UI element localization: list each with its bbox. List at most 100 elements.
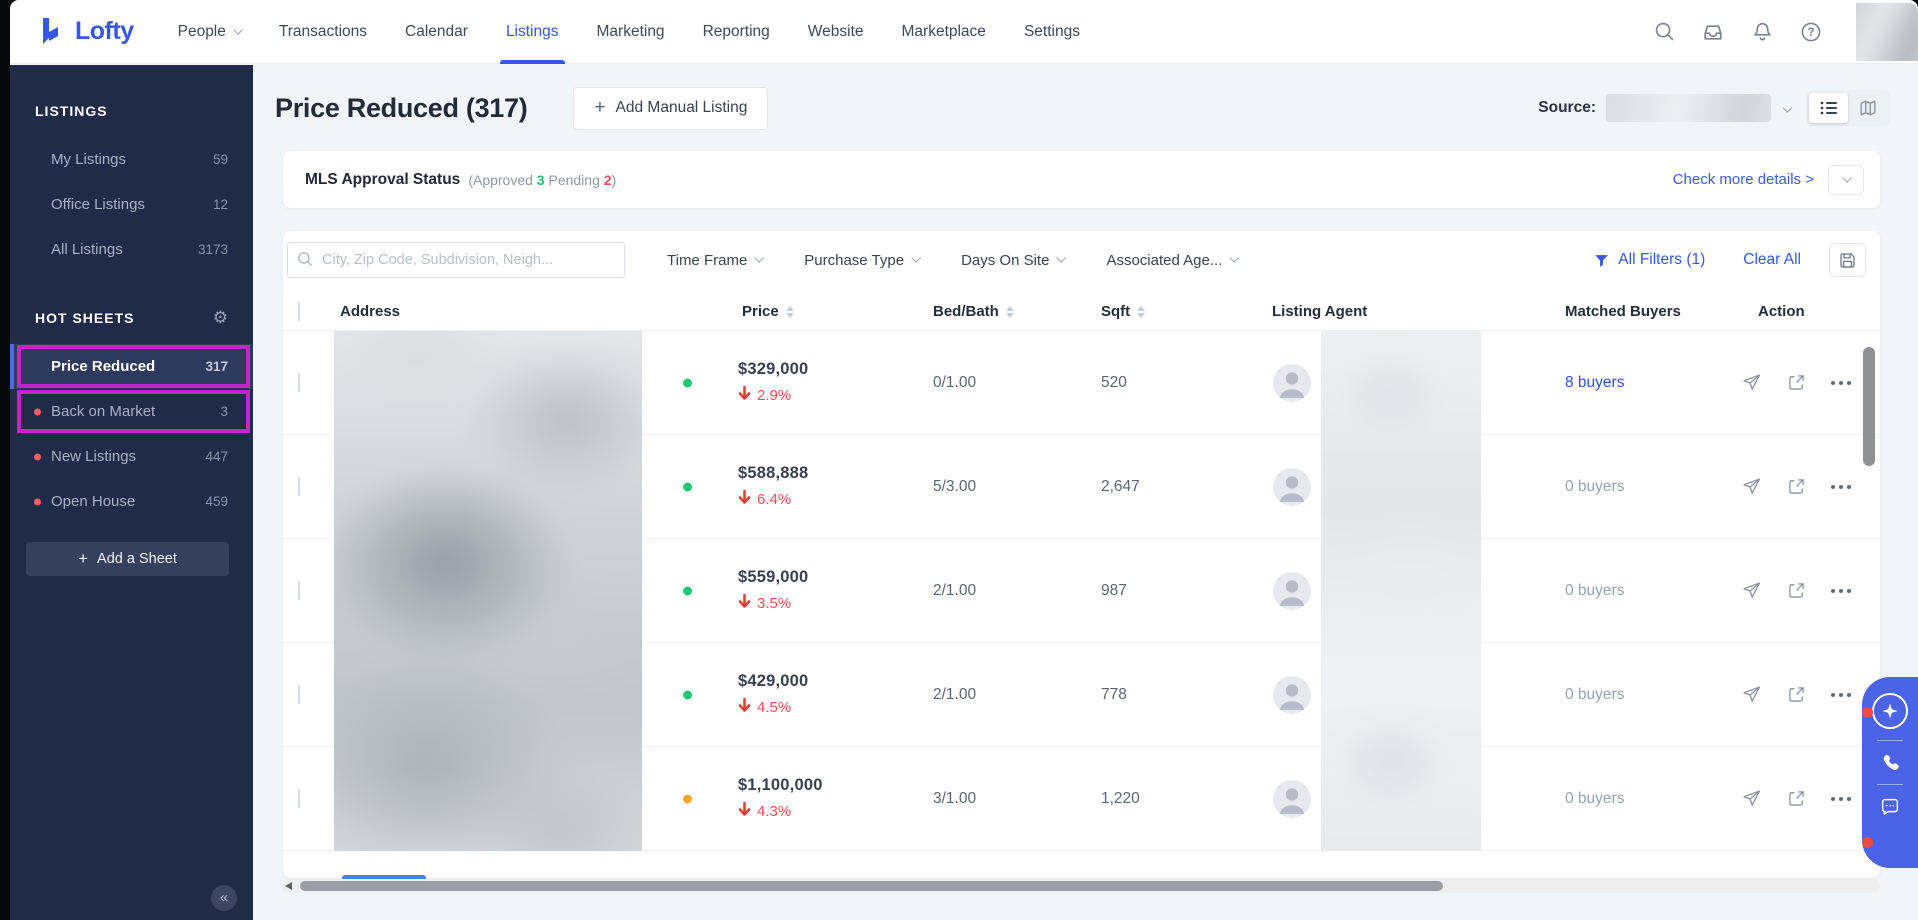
open-listing-icon[interactable] bbox=[1786, 580, 1807, 601]
chevron-down-icon[interactable] bbox=[1782, 102, 1793, 113]
open-listing-icon[interactable] bbox=[1786, 788, 1807, 809]
agent-avatar[interactable] bbox=[1273, 571, 1311, 610]
nav-tab-settings[interactable]: Settings bbox=[1024, 0, 1080, 64]
filter-dropdown-associated-age[interactable]: Associated Age... bbox=[1106, 252, 1240, 269]
ai-sparkle-icon[interactable] bbox=[1872, 693, 1908, 729]
nav-tab-calendar[interactable]: Calendar bbox=[405, 0, 468, 64]
filter-dropdown-purchase-type[interactable]: Purchase Type bbox=[804, 252, 922, 269]
sidebar-item-my-listings[interactable]: My Listings 59 bbox=[10, 137, 253, 182]
sidebar-item-all-listings[interactable]: All Listings 3173 bbox=[10, 227, 253, 272]
lofty-logo[interactable]: Lofty bbox=[36, 16, 134, 48]
sidebar-sections: LISTINGS My Listings 59 Office Listings 12 Al… bbox=[10, 93, 253, 524]
sort-toggle[interactable] bbox=[1005, 305, 1014, 318]
row-checkbox[interactable] bbox=[298, 580, 300, 600]
agent-avatar[interactable] bbox=[1273, 675, 1311, 714]
sidebar-item-new-listings[interactable]: New Listings 447 bbox=[10, 434, 253, 479]
nav-tab-website[interactable]: Website bbox=[808, 0, 864, 64]
price-value: $588,888 bbox=[738, 464, 809, 482]
sort-toggle[interactable] bbox=[1137, 305, 1146, 318]
mls-expand-button[interactable] bbox=[1828, 164, 1864, 195]
nav-tab-reporting[interactable]: Reporting bbox=[703, 0, 770, 64]
agent-avatar[interactable] bbox=[1273, 363, 1311, 402]
table-rows: $329,000 2.9% 0/1.00 520 8 buyers $588,888 6.4… bbox=[283, 331, 1880, 851]
nav-tab-listings[interactable]: Listings bbox=[499, 0, 565, 64]
nav-tab-marketplace[interactable]: Marketplace bbox=[902, 0, 986, 64]
more-ellipsis-icon[interactable] bbox=[1831, 588, 1851, 593]
notification-dot bbox=[1862, 707, 1873, 718]
sidebar-item-office-listings[interactable]: Office Listings 12 bbox=[10, 182, 253, 227]
price-cell: $429,000 4.5% bbox=[673, 672, 923, 717]
open-listing-icon[interactable] bbox=[1786, 684, 1807, 705]
send-icon[interactable] bbox=[1741, 580, 1762, 601]
search-icon[interactable] bbox=[1652, 20, 1676, 44]
check-more-details-link[interactable]: Check more details > bbox=[1673, 171, 1814, 188]
source-dropdown[interactable] bbox=[1606, 94, 1771, 122]
add-a-sheet-button[interactable]: + Add a Sheet bbox=[26, 542, 229, 576]
sidebar-item-open-house[interactable]: Open House 459 bbox=[10, 479, 253, 524]
nav-tab-marketing[interactable]: Marketing bbox=[597, 0, 665, 64]
scrollbar-thumb[interactable] bbox=[300, 881, 1443, 891]
notifications-bell-icon[interactable] bbox=[1750, 20, 1774, 44]
price-drop-percent: 3.5% bbox=[757, 595, 792, 612]
help-icon[interactable]: ? bbox=[1799, 20, 1823, 44]
more-ellipsis-icon[interactable] bbox=[1831, 692, 1851, 697]
matched-buyers-text: 0 buyers bbox=[1565, 477, 1625, 495]
sidebar-item-label: All Listings bbox=[51, 241, 123, 258]
nav-tab-people[interactable]: People bbox=[178, 0, 244, 64]
gear-icon[interactable]: ⚙ bbox=[213, 308, 228, 328]
matched-buyers-link[interactable]: 8 buyers bbox=[1565, 374, 1624, 391]
mls-approval-summary: (Approved 3 Pending 2) bbox=[468, 171, 617, 188]
price-drop-percent: 6.4% bbox=[757, 491, 792, 508]
more-ellipsis-icon[interactable] bbox=[1831, 796, 1851, 801]
inbox-icon[interactable] bbox=[1701, 20, 1725, 44]
sort-toggle[interactable] bbox=[785, 305, 794, 318]
row-checkbox-cell bbox=[283, 580, 331, 600]
more-ellipsis-icon[interactable] bbox=[1831, 484, 1851, 489]
plus-icon: + bbox=[78, 548, 89, 568]
phone-icon[interactable] bbox=[1880, 752, 1901, 773]
clear-all-button[interactable]: Clear All bbox=[1743, 251, 1801, 269]
table-body: $329,000 2.9% 0/1.00 520 8 buyers $588,888 6.4… bbox=[283, 331, 1880, 877]
map-view-button[interactable] bbox=[1848, 93, 1887, 123]
sidebar-collapse-button[interactable]: « bbox=[211, 885, 237, 911]
matched-buyers-text: 0 buyers bbox=[1565, 581, 1625, 599]
scrollbar-thumb[interactable] bbox=[1863, 347, 1875, 466]
send-icon[interactable] bbox=[1741, 476, 1762, 497]
filter-dropdown-time-frame[interactable]: Time Frame bbox=[667, 252, 765, 269]
chat-bubble-icon[interactable] bbox=[1879, 796, 1901, 818]
avatar[interactable] bbox=[1856, 2, 1918, 61]
row-checkbox[interactable] bbox=[298, 788, 300, 808]
send-icon[interactable] bbox=[1741, 684, 1762, 705]
price-cell: $329,000 2.9% bbox=[673, 360, 923, 405]
more-ellipsis-icon[interactable] bbox=[1831, 380, 1851, 385]
price-cell: $588,888 6.4% bbox=[673, 464, 923, 509]
scroll-left-arrow[interactable] bbox=[285, 882, 292, 890]
add-manual-listing-button[interactable]: + Add Manual Listing bbox=[573, 86, 769, 130]
row-checkbox[interactable] bbox=[298, 476, 300, 496]
select-all-checkbox[interactable] bbox=[298, 302, 300, 321]
all-filters-button[interactable]: All Filters (1) bbox=[1594, 251, 1705, 269]
nav-tab-transactions[interactable]: Transactions bbox=[279, 0, 367, 64]
search-input[interactable] bbox=[287, 242, 625, 278]
send-icon[interactable] bbox=[1741, 788, 1762, 809]
agent-avatar[interactable] bbox=[1273, 779, 1311, 818]
list-view-button[interactable] bbox=[1809, 93, 1848, 123]
status-dot bbox=[683, 794, 692, 803]
open-listing-icon[interactable] bbox=[1786, 372, 1807, 393]
sidebar-item-back-on-market[interactable]: Back on Market 3 bbox=[10, 389, 253, 434]
row-checkbox[interactable] bbox=[298, 372, 300, 392]
action-cell bbox=[1733, 372, 1880, 393]
filter-dropdown-days-on-site[interactable]: Days On Site bbox=[961, 252, 1067, 269]
agent-avatar[interactable] bbox=[1273, 467, 1311, 506]
sqft-cell: 1,220 bbox=[1101, 789, 1140, 807]
matched-buyers-cell: 0 buyers bbox=[1553, 686, 1733, 704]
price-value: $329,000 bbox=[738, 360, 809, 378]
matched-buyers-cell: 0 buyers bbox=[1553, 582, 1733, 600]
row-checkbox[interactable] bbox=[298, 684, 300, 704]
sidebar-item-price-reduced[interactable]: Price Reduced 317 bbox=[10, 344, 253, 389]
send-icon[interactable] bbox=[1741, 372, 1762, 393]
save-filter-button[interactable] bbox=[1829, 243, 1866, 277]
open-listing-icon[interactable] bbox=[1786, 476, 1807, 497]
horizontal-scrollbar[interactable] bbox=[281, 879, 1880, 893]
nav-tab-label: Website bbox=[807, 22, 864, 40]
